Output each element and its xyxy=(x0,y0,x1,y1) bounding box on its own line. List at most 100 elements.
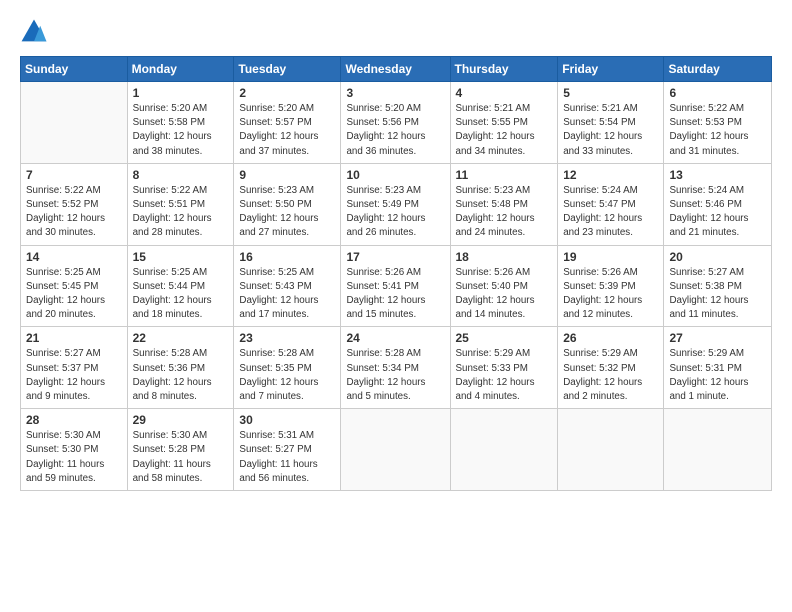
day-info: Sunrise: 5:24 AMSunset: 5:47 PMDaylight:… xyxy=(563,184,658,241)
day-info: Sunrise: 5:25 AMSunset: 5:43 PMDaylight:… xyxy=(239,266,335,323)
calendar-cell xyxy=(341,409,450,491)
calendar-cell: 27Sunrise: 5:29 AMSunset: 5:31 PMDayligh… xyxy=(664,327,772,409)
calendar-cell xyxy=(21,82,128,164)
day-info: Sunrise: 5:25 AMSunset: 5:44 PMDaylight:… xyxy=(133,266,229,323)
calendar-cell: 24 Sunrise: 5:28 AMSunset: 5:34 PMDayligh… xyxy=(341,327,450,409)
day-number: 9 xyxy=(239,168,335,182)
day-info: Sunrise: 5:27 AMSunset: 5:38 PMDaylight:… xyxy=(669,266,766,323)
calendar-cell: 20Sunrise: 5:27 AMSunset: 5:38 PMDayligh… xyxy=(664,245,772,327)
day-info: Sunrise: 5:30 AMSunset: 5:28 PMDaylight:… xyxy=(133,429,229,486)
calendar-cell: 12 Sunrise: 5:24 AMSunset: 5:47 PMDayligh… xyxy=(558,163,664,245)
calendar-cell: 18 Sunrise: 5:26 AMSunset: 5:40 PMDayligh… xyxy=(450,245,558,327)
day-number: 22 xyxy=(133,331,229,345)
day-info: Sunrise: 5:30 AMSunset: 5:30 PMDaylight:… xyxy=(26,429,122,486)
day-number: 10 xyxy=(346,168,444,182)
day-number: 28 xyxy=(26,413,122,427)
day-number: 8 xyxy=(133,168,229,182)
calendar-cell: 29 Sunrise: 5:30 AMSunset: 5:28 PMDayligh… xyxy=(127,409,234,491)
day-number: 11 xyxy=(456,168,553,182)
week-row-4: 28 Sunrise: 5:30 AMSunset: 5:30 PMDayligh… xyxy=(21,409,772,491)
day-number: 17 xyxy=(346,250,444,264)
calendar-cell: 30 Sunrise: 5:31 AMSunset: 5:27 PMDayligh… xyxy=(234,409,341,491)
day-number: 21 xyxy=(26,331,122,345)
day-info: Sunrise: 5:20 AMSunset: 5:56 PMDaylight:… xyxy=(346,102,444,159)
calendar-cell: 21 Sunrise: 5:27 AMSunset: 5:37 PMDayligh… xyxy=(21,327,128,409)
day-number: 26 xyxy=(563,331,658,345)
day-number: 24 xyxy=(346,331,444,345)
calendar-cell: 22 Sunrise: 5:28 AMSunset: 5:36 PMDayligh… xyxy=(127,327,234,409)
calendar-cell: 5 Sunrise: 5:21 AMSunset: 5:54 PMDaylight… xyxy=(558,82,664,164)
day-number: 25 xyxy=(456,331,553,345)
dow-header-monday: Monday xyxy=(127,57,234,82)
calendar-cell: 14 Sunrise: 5:25 AMSunset: 5:45 PMDayligh… xyxy=(21,245,128,327)
calendar-cell: 3 Sunrise: 5:20 AMSunset: 5:56 PMDaylight… xyxy=(341,82,450,164)
dow-header-saturday: Saturday xyxy=(664,57,772,82)
day-info: Sunrise: 5:23 AMSunset: 5:50 PMDaylight:… xyxy=(239,184,335,241)
day-info: Sunrise: 5:28 AMSunset: 5:35 PMDaylight:… xyxy=(239,347,335,404)
day-info: Sunrise: 5:29 AMSunset: 5:31 PMDaylight:… xyxy=(669,347,766,404)
day-number: 23 xyxy=(239,331,335,345)
day-info: Sunrise: 5:31 AMSunset: 5:27 PMDaylight:… xyxy=(239,429,335,486)
day-number: 7 xyxy=(26,168,122,182)
calendar-cell: 9 Sunrise: 5:23 AMSunset: 5:50 PMDaylight… xyxy=(234,163,341,245)
calendar-cell: 25 Sunrise: 5:29 AMSunset: 5:33 PMDayligh… xyxy=(450,327,558,409)
day-info: Sunrise: 5:23 AMSunset: 5:48 PMDaylight:… xyxy=(456,184,553,241)
calendar-cell: 4Sunrise: 5:21 AMSunset: 5:55 PMDaylight… xyxy=(450,82,558,164)
day-info: Sunrise: 5:20 AMSunset: 5:58 PMDaylight:… xyxy=(133,102,229,159)
calendar-cell: 11 Sunrise: 5:23 AMSunset: 5:48 PMDayligh… xyxy=(450,163,558,245)
day-number: 13 xyxy=(669,168,766,182)
day-number: 2 xyxy=(239,86,335,100)
day-info: Sunrise: 5:29 AMSunset: 5:33 PMDaylight:… xyxy=(456,347,553,404)
calendar-cell: 1 Sunrise: 5:20 AMSunset: 5:58 PMDaylight… xyxy=(127,82,234,164)
calendar-cell: 10 Sunrise: 5:23 AMSunset: 5:49 PMDayligh… xyxy=(341,163,450,245)
calendar-cell: 7 Sunrise: 5:22 AMSunset: 5:52 PMDaylight… xyxy=(21,163,128,245)
day-number: 19 xyxy=(563,250,658,264)
day-info: Sunrise: 5:22 AMSunset: 5:52 PMDaylight:… xyxy=(26,184,122,241)
day-number: 3 xyxy=(346,86,444,100)
day-info: Sunrise: 5:21 AMSunset: 5:55 PMDaylight:… xyxy=(456,102,553,159)
day-number: 5 xyxy=(563,86,658,100)
header xyxy=(20,18,772,46)
day-info: Sunrise: 5:26 AMSunset: 5:40 PMDaylight:… xyxy=(456,266,553,323)
week-row-0: 1 Sunrise: 5:20 AMSunset: 5:58 PMDaylight… xyxy=(21,82,772,164)
week-row-1: 7 Sunrise: 5:22 AMSunset: 5:52 PMDaylight… xyxy=(21,163,772,245)
days-of-week-row: SundayMondayTuesdayWednesdayThursdayFrid… xyxy=(21,57,772,82)
day-info: Sunrise: 5:22 AMSunset: 5:51 PMDaylight:… xyxy=(133,184,229,241)
day-number: 18 xyxy=(456,250,553,264)
calendar-cell: 15 Sunrise: 5:25 AMSunset: 5:44 PMDayligh… xyxy=(127,245,234,327)
day-info: Sunrise: 5:20 AMSunset: 5:57 PMDaylight:… xyxy=(239,102,335,159)
calendar-cell: 23 Sunrise: 5:28 AMSunset: 5:35 PMDayligh… xyxy=(234,327,341,409)
dow-header-thursday: Thursday xyxy=(450,57,558,82)
logo-icon xyxy=(20,18,48,46)
day-number: 15 xyxy=(133,250,229,264)
logo xyxy=(20,18,50,46)
day-number: 12 xyxy=(563,168,658,182)
calendar-cell: 2 Sunrise: 5:20 AMSunset: 5:57 PMDaylight… xyxy=(234,82,341,164)
day-number: 30 xyxy=(239,413,335,427)
day-info: Sunrise: 5:26 AMSunset: 5:39 PMDaylight:… xyxy=(563,266,658,323)
calendar-cell: 16 Sunrise: 5:25 AMSunset: 5:43 PMDayligh… xyxy=(234,245,341,327)
calendar-cell: 13Sunrise: 5:24 AMSunset: 5:46 PMDayligh… xyxy=(664,163,772,245)
day-number: 14 xyxy=(26,250,122,264)
day-info: Sunrise: 5:27 AMSunset: 5:37 PMDaylight:… xyxy=(26,347,122,404)
day-info: Sunrise: 5:22 AMSunset: 5:53 PMDaylight:… xyxy=(669,102,766,159)
day-info: Sunrise: 5:26 AMSunset: 5:41 PMDaylight:… xyxy=(346,266,444,323)
calendar: SundayMondayTuesdayWednesdayThursdayFrid… xyxy=(20,56,772,491)
calendar-cell xyxy=(450,409,558,491)
day-number: 29 xyxy=(133,413,229,427)
day-info: Sunrise: 5:28 AMSunset: 5:34 PMDaylight:… xyxy=(346,347,444,404)
dow-header-wednesday: Wednesday xyxy=(341,57,450,82)
day-number: 16 xyxy=(239,250,335,264)
day-info: Sunrise: 5:28 AMSunset: 5:36 PMDaylight:… xyxy=(133,347,229,404)
day-info: Sunrise: 5:23 AMSunset: 5:49 PMDaylight:… xyxy=(346,184,444,241)
calendar-cell: 26Sunrise: 5:29 AMSunset: 5:32 PMDayligh… xyxy=(558,327,664,409)
day-info: Sunrise: 5:25 AMSunset: 5:45 PMDaylight:… xyxy=(26,266,122,323)
calendar-cell xyxy=(558,409,664,491)
day-info: Sunrise: 5:21 AMSunset: 5:54 PMDaylight:… xyxy=(563,102,658,159)
calendar-cell: 28 Sunrise: 5:30 AMSunset: 5:30 PMDayligh… xyxy=(21,409,128,491)
day-number: 6 xyxy=(669,86,766,100)
calendar-cell: 19 Sunrise: 5:26 AMSunset: 5:39 PMDayligh… xyxy=(558,245,664,327)
page: SundayMondayTuesdayWednesdayThursdayFrid… xyxy=(0,0,792,612)
calendar-cell xyxy=(664,409,772,491)
day-number: 1 xyxy=(133,86,229,100)
